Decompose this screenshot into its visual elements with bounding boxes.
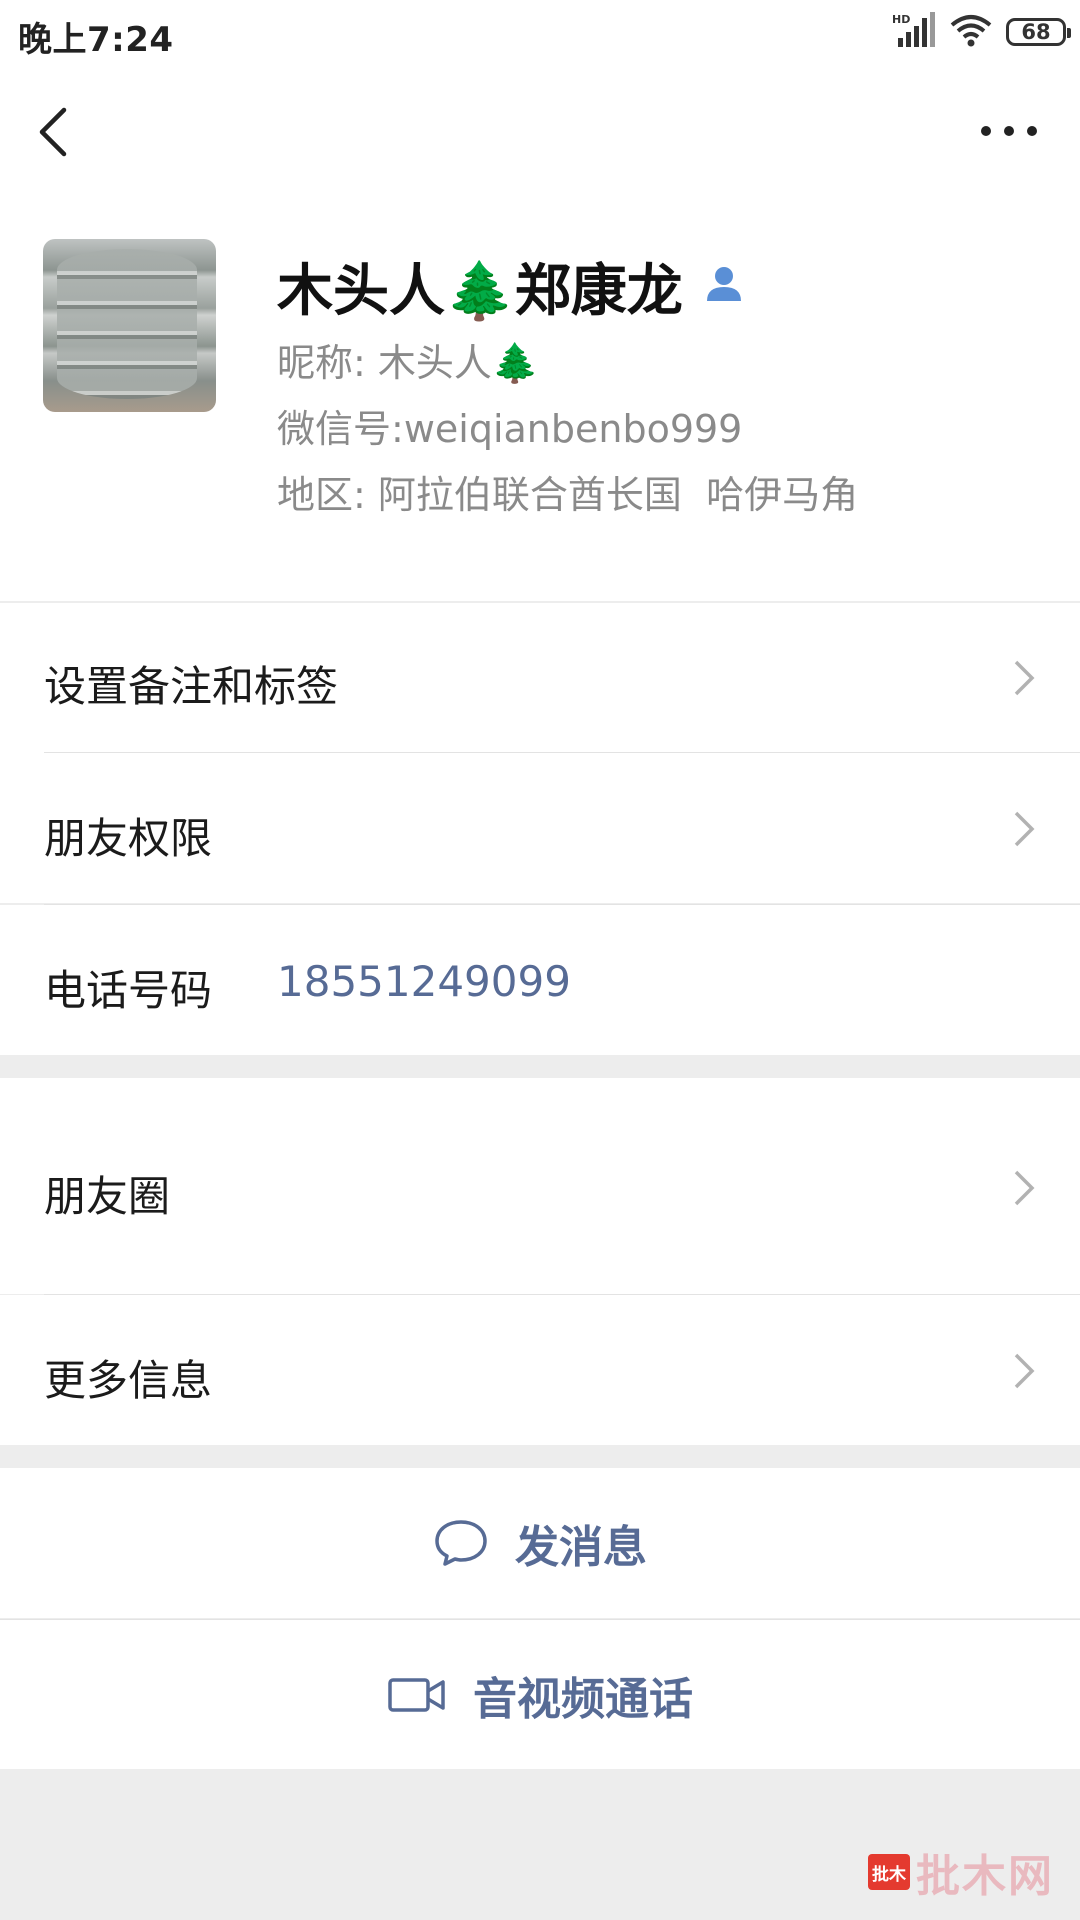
watermark-badge: 批木 — [868, 1854, 910, 1890]
row-label: 更多信息 — [44, 1356, 213, 1405]
send-message-button[interactable]: 发消息 — [0, 1468, 1080, 1618]
contact-name-text: 木头人🌲郑康龙 — [277, 259, 683, 324]
row-label: 朋友权限 — [44, 814, 213, 863]
nickname-label: 昵称: — [277, 341, 366, 385]
row-more-info[interactable]: 更多信息 — [0, 1295, 1080, 1445]
send-message-label: 发消息 — [515, 1522, 647, 1573]
status-bar: 晚上7:24 HD 68 — [0, 0, 1080, 66]
contact-person-icon — [703, 254, 745, 319]
region-label: 地区: — [277, 473, 366, 517]
wechat-id-line: 微信号:weiqianbenbo999 — [277, 398, 742, 453]
row-friend-permissions[interactable]: 朋友权限 — [0, 753, 1080, 903]
status-time: 晚上7:24 — [18, 20, 174, 60]
row-label: 朋友圈 — [44, 1172, 171, 1221]
region-line: 地区: 阿拉伯联合酋长国 哈伊马角 — [277, 464, 858, 519]
battery-icon: 68 — [1006, 18, 1071, 46]
chevron-right-icon — [1014, 660, 1035, 696]
row-phone: 电话号码 18551249099 — [0, 905, 1080, 1055]
status-icons: HD 68 — [892, 12, 1071, 52]
profile-header: 木头人🌲郑康龙 昵称: 木头人🌲 微信号:weiqianbenbo999 地区:… — [0, 196, 1080, 601]
back-icon[interactable] — [28, 102, 78, 162]
chevron-right-icon — [1014, 1353, 1035, 1389]
region-value: 阿拉伯联合酋长国 哈伊马角 — [377, 473, 859, 517]
watermark-text: 批木网 — [916, 1851, 1054, 1902]
row-label: 电话号码 — [44, 966, 213, 1015]
row-remark-tags[interactable]: 设置备注和标签 — [0, 603, 1080, 753]
video-camera-icon — [388, 1677, 445, 1712]
row-label: 设置备注和标签 — [44, 662, 339, 711]
nickname-value: 木头人🌲 — [377, 341, 540, 385]
contact-name: 木头人🌲郑康龙 — [277, 246, 745, 327]
chevron-right-icon — [1014, 1170, 1035, 1206]
nav-bar — [0, 66, 1080, 196]
watermark-logo: 批木 批木网 — [868, 1840, 1054, 1904]
wifi-icon — [950, 13, 992, 51]
phone-number-link[interactable]: 18551249099 — [277, 957, 571, 1006]
signal-icon: HD — [892, 12, 936, 52]
video-call-label: 音视频通话 — [473, 1673, 693, 1725]
nickname-line: 昵称: 木头人🌲 — [277, 332, 539, 387]
wechat-id-label: 微信号: — [277, 407, 404, 451]
video-call-button[interactable]: 音视频通话 — [0, 1620, 1080, 1769]
chat-bubble-icon — [435, 1520, 487, 1566]
row-moments[interactable]: 朋友圈 — [0, 1078, 1080, 1294]
network-label: HD — [892, 13, 910, 26]
more-icon[interactable] — [974, 118, 1044, 144]
wechat-id-value[interactable]: weiqianbenbo999 — [404, 407, 743, 451]
chevron-right-icon — [1014, 811, 1035, 847]
avatar[interactable] — [43, 239, 216, 412]
